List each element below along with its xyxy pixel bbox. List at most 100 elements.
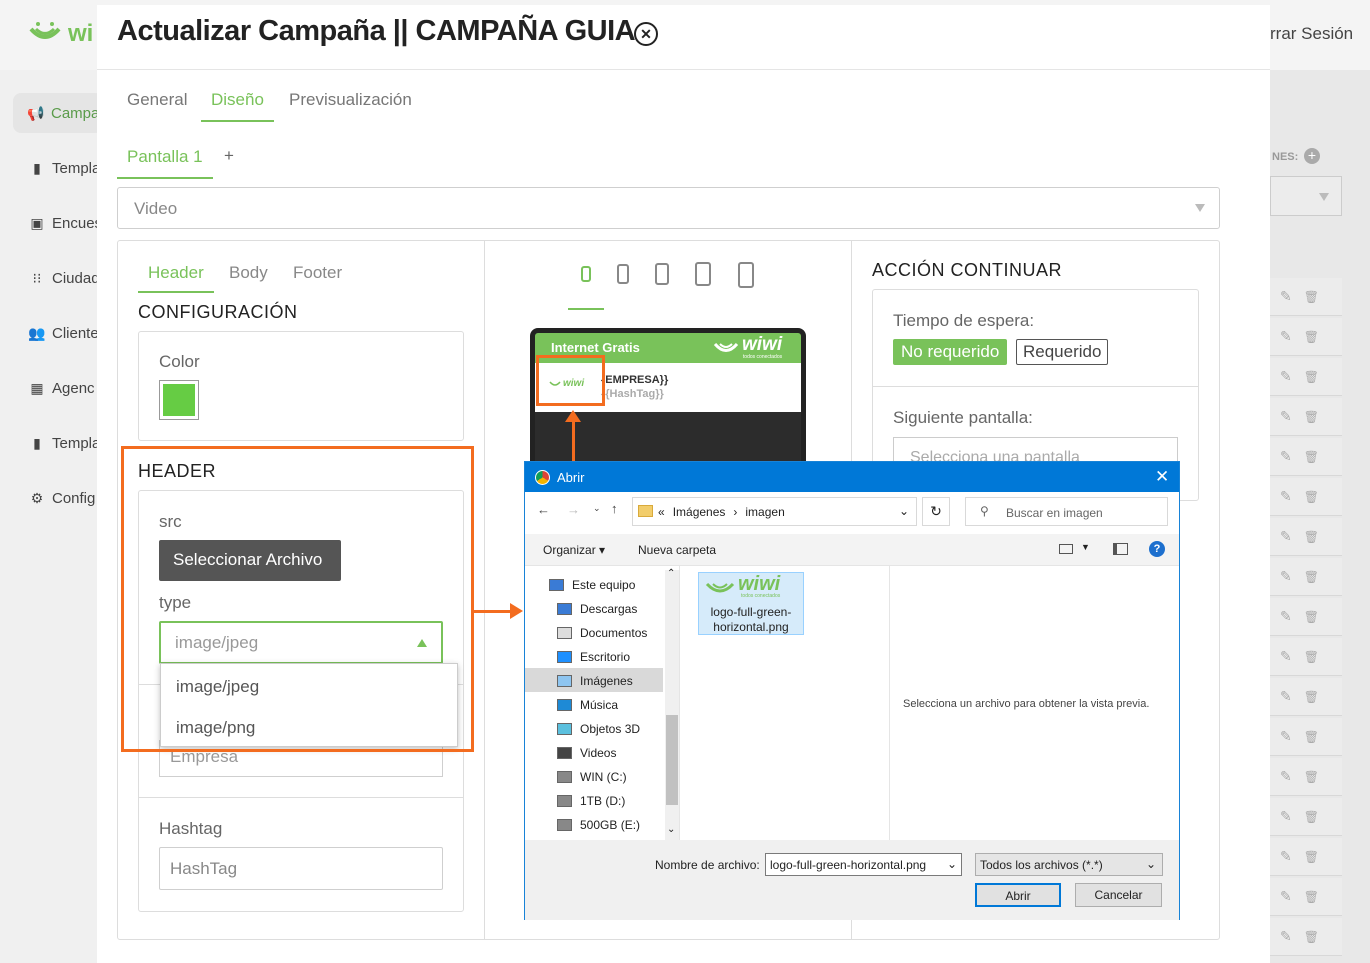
organize-button[interactable]: Organizar ▾ [543, 543, 605, 557]
view-icon[interactable] [1059, 544, 1073, 554]
sidebar-item-0[interactable]: 📢 Campa [13, 93, 103, 133]
history-chevron-icon[interactable]: ⌄ [593, 503, 601, 514]
sidebar-item-6[interactable]: ▮ Templa [14, 423, 104, 463]
trash-icon[interactable]: 🗑 [1304, 330, 1319, 344]
close-icon[interactable]: ✕ [634, 22, 658, 46]
pencil-icon[interactable]: ✎ [1280, 688, 1292, 705]
hashtag-input[interactable]: HashTag [159, 847, 443, 890]
tree-item[interactable]: Documentos [557, 626, 647, 640]
tree-item[interactable]: Objetos 3D [557, 722, 640, 736]
sidebar-item-3[interactable]: ⁝⁝ Ciudad [14, 258, 104, 298]
scrollbar[interactable]: ⌃ ⌄ [665, 568, 679, 840]
dialog-close-icon[interactable]: ✕ [1155, 467, 1169, 487]
trash-icon[interactable]: 🗑 [1304, 930, 1319, 944]
trash-icon[interactable]: 🗑 [1304, 370, 1319, 384]
pencil-icon[interactable]: ✎ [1280, 928, 1292, 945]
trash-icon[interactable]: 🗑 [1304, 650, 1319, 664]
right-select[interactable] [1270, 176, 1342, 216]
tree-item[interactable]: Videos [557, 746, 616, 760]
tablet-large-icon[interactable] [738, 262, 754, 288]
tree-item[interactable]: Este equipo [549, 578, 635, 592]
preview-pane-icon[interactable] [1113, 543, 1128, 555]
trash-icon[interactable]: 🗑 [1304, 850, 1319, 864]
tree-item[interactable]: Música [557, 698, 618, 712]
sidebar-item-5[interactable]: ▦ Agenc [14, 368, 104, 408]
up-arrow-icon[interactable]: ↑ [611, 501, 618, 516]
sidebar-item-2[interactable]: ▣ Encues [14, 203, 104, 243]
pencil-icon[interactable]: ✎ [1280, 408, 1292, 425]
trash-icon[interactable]: 🗑 [1304, 410, 1319, 424]
next-screen-select[interactable]: Selecciona una pantalla [893, 437, 1178, 461]
pencil-icon[interactable]: ✎ [1280, 648, 1292, 665]
pencil-icon[interactable]: ✎ [1280, 288, 1292, 305]
color-picker[interactable] [159, 380, 199, 420]
clipboard-icon: ▣ [30, 214, 44, 231]
sidebar-item-4[interactable]: 👥 Cliente [14, 313, 104, 353]
pencil-icon[interactable]: ✎ [1280, 728, 1292, 745]
content-type-select[interactable]: Video [117, 187, 1220, 229]
tab-general[interactable]: General [117, 88, 197, 120]
cancel-button[interactable]: Cancelar [1075, 883, 1162, 907]
trash-icon[interactable]: 🗑 [1304, 610, 1319, 624]
trash-icon[interactable]: 🗑 [1304, 890, 1319, 904]
trash-icon[interactable]: 🗑 [1304, 810, 1319, 824]
trash-icon[interactable]: 🗑 [1304, 730, 1319, 744]
tablet-icon[interactable] [695, 262, 711, 286]
help-icon[interactable]: ? [1149, 541, 1165, 557]
trash-icon[interactable]: 🗑 [1304, 450, 1319, 464]
tab-diseno[interactable]: Diseño [201, 88, 274, 122]
not-required-button[interactable]: No requerido [893, 339, 1008, 365]
pencil-icon[interactable]: ✎ [1280, 568, 1292, 585]
pencil-icon[interactable]: ✎ [1280, 768, 1292, 785]
view-menu-icon[interactable]: ▼ [1081, 542, 1090, 552]
tab-footer[interactable]: Footer [283, 263, 352, 291]
chevron-down-icon[interactable]: ⌄ [899, 504, 909, 518]
forward-arrow-icon[interactable]: → [567, 502, 580, 517]
trash-icon[interactable]: 🗑 [1304, 770, 1319, 784]
trash-icon[interactable]: 🗑 [1304, 490, 1319, 504]
tree-item[interactable]: 500GB (E:) [557, 818, 640, 832]
pencil-icon[interactable]: ✎ [1280, 608, 1292, 625]
tree-item[interactable]: Descargas [557, 602, 637, 616]
tab-body[interactable]: Body [219, 263, 278, 291]
file-type-select[interactable]: Todos los archivos (*.*) ⌄ [975, 853, 1163, 876]
back-arrow-icon[interactable]: ← [537, 502, 550, 517]
tab-header[interactable]: Header [138, 263, 214, 293]
pencil-icon[interactable]: ✎ [1280, 328, 1292, 345]
pencil-icon[interactable]: ✎ [1280, 488, 1292, 505]
tree-item[interactable]: Imágenes [557, 674, 633, 688]
required-button[interactable]: Requerido [1016, 339, 1109, 365]
tab-pantalla-1[interactable]: Pantalla 1 [117, 145, 213, 179]
sidebar-item-7[interactable]: ⚙ Config [14, 478, 104, 518]
new-folder-button[interactable]: Nueva carpeta [638, 543, 716, 557]
refresh-icon[interactable]: ↻ [922, 497, 950, 526]
mobile-small-icon[interactable] [581, 266, 591, 282]
trash-icon[interactable]: 🗑 [1304, 690, 1319, 704]
pencil-icon[interactable]: ✎ [1280, 848, 1292, 865]
file-item[interactable]: wiwi todos conectados logo-full-green-hor… [698, 572, 804, 635]
pencil-icon[interactable]: ✎ [1280, 448, 1292, 465]
add-circle-icon[interactable]: + [1304, 148, 1320, 164]
tab-previsualizacion[interactable]: Previsualización [279, 88, 422, 120]
open-button[interactable]: Abrir [975, 883, 1061, 907]
tree-item[interactable]: Escritorio [557, 650, 630, 664]
address-bar[interactable]: « Imágenes › imagen ⌄ [632, 497, 917, 526]
pencil-icon[interactable]: ✎ [1280, 368, 1292, 385]
pencil-icon[interactable]: ✎ [1280, 888, 1292, 905]
trash-icon[interactable]: 🗑 [1304, 570, 1319, 584]
tree-item[interactable]: 1TB (D:) [557, 794, 625, 808]
mobile-icon[interactable] [617, 264, 629, 284]
path-imagen[interactable]: imagen [745, 505, 784, 519]
phone-icon[interactable] [655, 263, 669, 285]
path-imagenes[interactable]: Imágenes [673, 505, 726, 519]
tree-item[interactable]: WIN (C:) [557, 770, 627, 784]
trash-icon[interactable]: 🗑 [1304, 530, 1319, 544]
sidebar-item-1[interactable]: ▮ Templa [14, 148, 104, 188]
filename-input[interactable]: logo-full-green-horizontal.png ⌄ [765, 853, 962, 876]
search-input[interactable]: Buscar en imagen [965, 497, 1168, 526]
pencil-icon[interactable]: ✎ [1280, 808, 1292, 825]
logout-link[interactable]: rrar Sesión [1270, 24, 1353, 44]
add-screen-button[interactable]: + [224, 146, 234, 166]
pencil-icon[interactable]: ✎ [1280, 528, 1292, 545]
trash-icon[interactable]: 🗑 [1304, 290, 1319, 304]
